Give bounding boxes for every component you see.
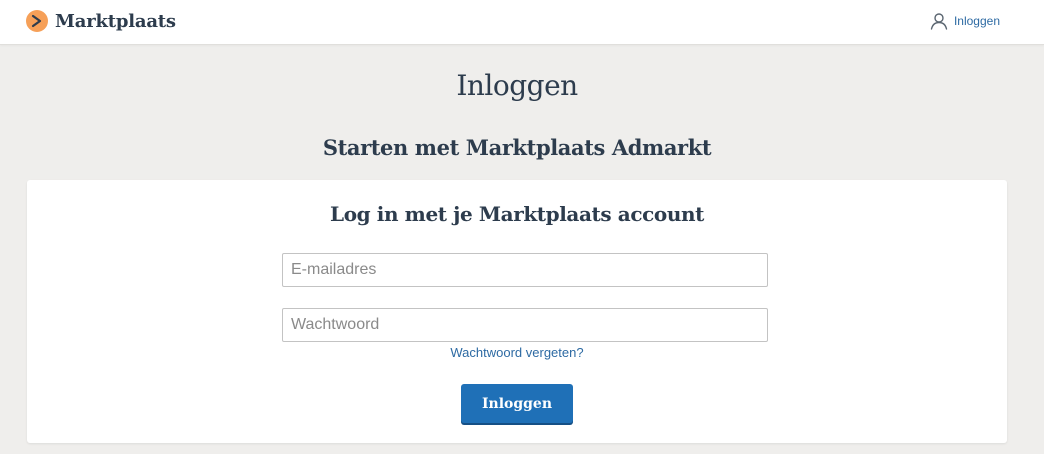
marktplaats-logo-icon — [26, 10, 48, 32]
login-card: Log in met je Marktplaats account Wachtw… — [27, 180, 1007, 443]
email-field[interactable] — [282, 253, 768, 287]
marktplaats-logo[interactable]: Marktplaats — [26, 9, 176, 33]
page-title: Inloggen — [456, 69, 578, 102]
login-button[interactable]: Inloggen — [461, 384, 573, 423]
header-login-label: Inloggen — [953, 14, 1000, 28]
password-field[interactable] — [282, 308, 768, 342]
logo-text: Marktplaats — [55, 10, 176, 32]
top-bar: Marktplaats Inloggen — [0, 0, 1044, 45]
header-login-link[interactable]: Inloggen — [930, 12, 1000, 30]
forgot-password-link[interactable]: Wachtwoord vergeten? — [27, 345, 1007, 360]
user-icon — [930, 13, 948, 30]
page-subtitle: Starten met Marktplaats Admarkt — [322, 135, 712, 160]
login-card-title: Log in met je Marktplaats account — [330, 202, 704, 226]
